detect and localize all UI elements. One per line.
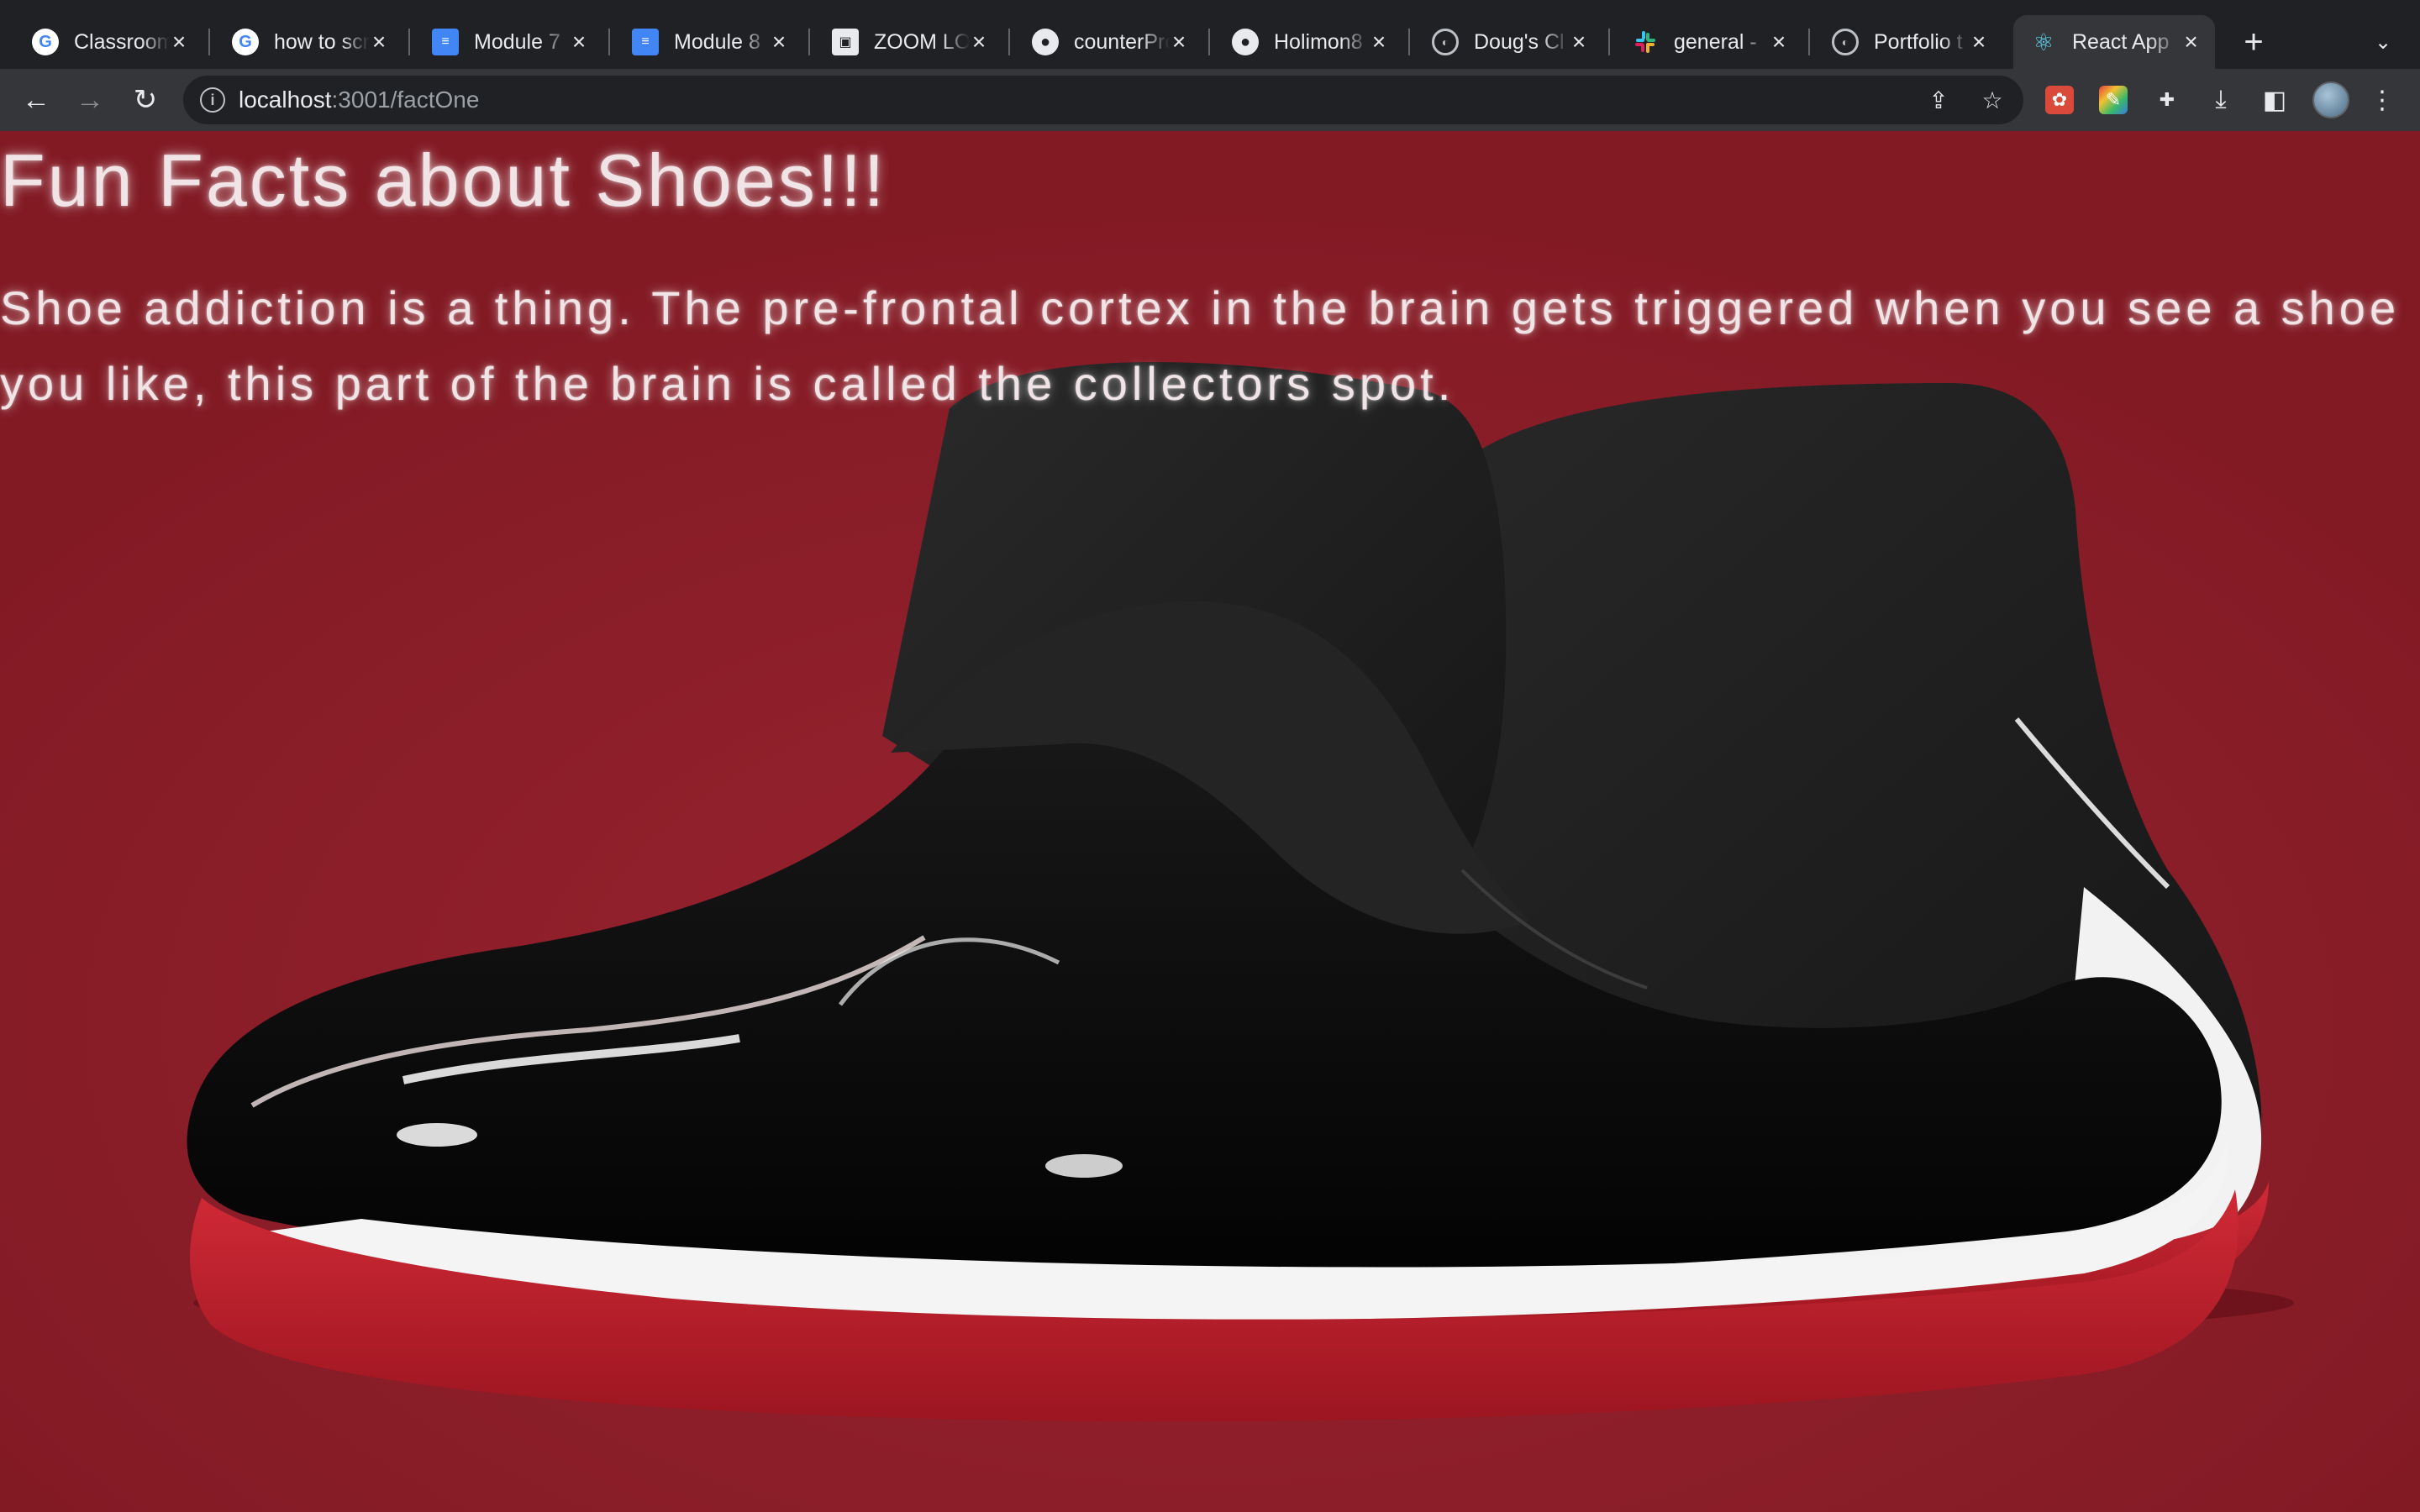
docs-icon: ≡ (432, 29, 459, 55)
star-bookmark-icon[interactable]: ☆ (1976, 84, 2008, 116)
address-bar[interactable]: i localhost:3001/factOne ⇪ ☆ (183, 76, 2023, 124)
info-icon[interactable]: i (200, 87, 225, 113)
close-icon[interactable]: × (370, 29, 388, 55)
side-panel-icon[interactable]: ◧ (2260, 86, 2289, 114)
back-arrow-icon[interactable]: ← (15, 79, 57, 121)
share-icon[interactable]: ⇪ (1923, 84, 1954, 116)
tab-title: Holimon8 (1274, 29, 1363, 54)
tab-divider (1608, 29, 1610, 55)
tab-divider (1408, 29, 1410, 55)
globe-icon: ◐ (1432, 29, 1459, 55)
tab-zoom-login[interactable]: ▣ ZOOM LOGIN × (815, 15, 1002, 69)
avatar[interactable] (2312, 81, 2349, 118)
tab-slack-general[interactable]: general - × (1615, 15, 1802, 69)
github-icon: ● (1032, 29, 1059, 55)
zoom-icon: ▣ (832, 29, 859, 55)
tab-title: Module 7 (474, 29, 560, 54)
close-icon[interactable]: × (1170, 29, 1188, 55)
close-icon[interactable]: × (2181, 29, 2202, 55)
tab-dougs[interactable]: ◐ Doug's Cl × (1415, 15, 1602, 69)
browser-toolbar: ← → ↻ i localhost:3001/factOne ⇪ ☆ ✿ ✎ ✚… (0, 69, 2420, 131)
tab-title: Module 8 (674, 29, 760, 54)
close-icon[interactable]: × (1970, 29, 1988, 55)
close-icon[interactable]: × (1370, 29, 1388, 55)
tab-title: Doug's Cl (1474, 29, 1565, 54)
close-icon[interactable]: × (570, 29, 588, 55)
chevron-down-icon[interactable]: ⌄ (2365, 24, 2402, 60)
tab-divider (1208, 29, 1210, 55)
tab-counter-project[interactable]: ● counterProject × (1015, 15, 1202, 69)
color-picker-extension-icon[interactable]: ✎ (2099, 86, 2128, 114)
browser-chrome: G Classroom × G how to scroll × ≡ Module… (0, 0, 2420, 131)
url-host: localhost (239, 87, 332, 113)
tab-classroom[interactable]: G Classroom × (15, 15, 202, 69)
page-title: Fun Facts about Shoes!!! (0, 139, 887, 222)
tab-how-to-scroll[interactable]: G how to scroll × (215, 15, 402, 69)
slack-icon (1632, 29, 1659, 55)
close-icon[interactable]: × (1770, 29, 1788, 55)
new-tab-plus-icon[interactable]: + (2235, 24, 2272, 60)
tab-module-7[interactable]: ≡ Module 7 × (415, 15, 602, 69)
tab-portfolio[interactable]: ◐ Portfolio t × (1815, 15, 2002, 69)
forward-arrow-icon[interactable]: → (69, 79, 111, 121)
github-icon: ● (1232, 29, 1259, 55)
close-icon[interactable]: × (170, 29, 188, 55)
page-content: Fun Facts about Shoes!!! Shoe addiction … (0, 131, 2420, 1512)
more-menu-icon[interactable]: ⋮ (2368, 86, 2396, 114)
puzzle-extensions-icon[interactable]: ✚ (2153, 86, 2181, 114)
tab-divider (208, 29, 210, 55)
download-icon[interactable]: ⤓ (2207, 86, 2235, 114)
tab-holimon8[interactable]: ● Holimon8 × (1215, 15, 1402, 69)
tab-title: how to scroll (274, 29, 370, 54)
tab-title: general - (1674, 29, 1757, 54)
globe-icon: ◐ (1832, 29, 1859, 55)
tab-divider (1808, 29, 1810, 55)
close-icon[interactable]: × (1570, 29, 1588, 55)
tab-title: Portfolio t (1874, 29, 1963, 54)
tab-react-app[interactable]: ⚛ React App × (2013, 15, 2215, 69)
tab-divider (1008, 29, 1010, 55)
tab-title: React App (2072, 29, 2170, 54)
url-text[interactable]: localhost:3001/factOne (239, 87, 479, 113)
tab-title: Classroom (74, 29, 171, 54)
close-icon[interactable]: × (770, 29, 788, 55)
google-icon: G (232, 29, 259, 55)
google-icon: G (32, 29, 59, 55)
tab-divider (808, 29, 810, 55)
close-icon[interactable]: × (970, 29, 988, 55)
tab-strip: G Classroom × G how to scroll × ≡ Module… (0, 0, 2420, 69)
tab-module-8[interactable]: ≡ Module 8 × (615, 15, 802, 69)
reload-icon[interactable]: ↻ (124, 79, 166, 121)
extension-icon[interactable]: ✿ (2045, 86, 2074, 114)
tab-title: ZOOM LOGIN (874, 29, 971, 54)
docs-icon: ≡ (632, 29, 659, 55)
url-path: :3001/factOne (331, 87, 480, 113)
react-icon: ⚛ (2033, 29, 2054, 55)
tab-title: counterProject (1074, 29, 1170, 54)
tab-divider (608, 29, 610, 55)
tab-divider (408, 29, 410, 55)
fact-paragraph: Shoe addiction is a thing. The pre-front… (0, 281, 2401, 410)
